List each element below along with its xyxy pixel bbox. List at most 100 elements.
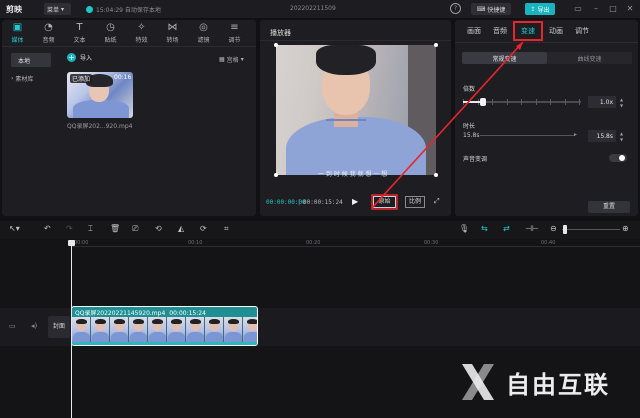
layout-icon[interactable]: ▭ — [572, 3, 584, 15]
undo-icon[interactable]: ↶ — [44, 224, 51, 233]
stepper-down-icon[interactable]: ▼ — [620, 103, 623, 108]
close-icon[interactable]: ✕ — [624, 3, 636, 15]
tab-speed[interactable]: 变速 — [513, 21, 543, 41]
audio-icon: ◔ — [44, 21, 53, 33]
snap-icon[interactable]: ⊣⊢ — [525, 224, 539, 233]
tab-label: 调节 — [228, 36, 241, 44]
track-lock-icon[interactable]: ▭ — [9, 322, 16, 330]
minimize-icon[interactable]: – — [590, 3, 602, 15]
resize-handle[interactable] — [434, 173, 438, 177]
menu-label: 菜单 — [47, 6, 60, 14]
multiplier-slider-handle[interactable] — [480, 98, 487, 106]
video-preview[interactable] — [276, 45, 436, 175]
stepper-up-icon[interactable]: ▲ — [620, 97, 623, 102]
ruler-line — [72, 246, 640, 247]
rotate-icon[interactable]: ⟳ — [200, 224, 207, 233]
tab-picture[interactable]: 画面 — [461, 20, 487, 42]
media-icon: ▣ — [12, 21, 23, 33]
tab-text[interactable]: T 文本 — [64, 20, 95, 46]
watermark-logo-icon — [458, 360, 498, 404]
delete-icon[interactable]: 🗑 — [110, 224, 120, 233]
mirror-icon[interactable]: ◭ — [178, 224, 184, 233]
sticker-icon: ◷ — [106, 21, 115, 33]
video-subtitle: 一 到 时 候 我 就 想 一 想 — [318, 171, 388, 178]
tab-label: 媒体 — [11, 36, 24, 44]
maximize-icon[interactable]: □ — [607, 3, 619, 15]
clip-label: QQ录屏20220221145920.mp4 00:00:15:24 — [75, 308, 206, 317]
redo-icon[interactable]: ↷ — [66, 224, 73, 233]
effects-icon: ✧ — [137, 21, 146, 33]
tab-sticker[interactable]: ◷ 贴纸 — [95, 20, 126, 46]
properties-panel — [455, 20, 638, 216]
timeline-toolbar — [0, 221, 640, 239]
watermark-text: 自由互联 — [506, 370, 610, 399]
split-icon[interactable]: ⌶ — [88, 224, 93, 234]
tab-adjust[interactable]: 调节 — [569, 20, 595, 42]
ratio-button[interactable]: 比例 — [405, 196, 425, 208]
total-time: 00:00:15:24 — [303, 199, 343, 206]
zoom-out-icon[interactable]: ⊖ — [550, 224, 557, 233]
crop-icon[interactable]: ⌗ — [224, 224, 229, 234]
reverse-icon[interactable]: ⟲ — [155, 224, 162, 233]
link-icon[interactable]: ⇆ — [481, 224, 488, 233]
sidebar-item-local[interactable]: 本地 — [11, 53, 51, 67]
tab-adjust[interactable]: ≡ 调节 — [219, 20, 250, 46]
resize-handle[interactable] — [434, 43, 438, 47]
tab-animation[interactable]: 动画 — [543, 20, 569, 42]
app-logo: 剪映 — [6, 4, 22, 15]
view-toggle[interactable]: ▦ 宫格 ▾ — [219, 55, 244, 64]
stepper-up-icon[interactable]: ▲ — [620, 131, 623, 136]
pitch-toggle[interactable] — [609, 154, 627, 162]
tab-media[interactable]: ▣ 媒体 — [2, 20, 33, 46]
tool-tabs: ▣ 媒体 ◔ 音频 T 文本 ◷ 贴纸 ✧ 特效 ⋈ 转场 ◎ 滤镜 ≡ 调节 — [2, 20, 256, 46]
import-label: 导入 — [80, 55, 93, 62]
view-label: 宫格 — [226, 57, 239, 64]
tab-effects[interactable]: ✧ 特效 — [126, 20, 157, 46]
export-button[interactable]: ⇪ 导出 — [525, 3, 555, 15]
zoom-in-icon[interactable]: ⊕ — [622, 224, 629, 233]
resize-handle[interactable] — [274, 43, 278, 47]
tab-transition[interactable]: ⋈ 转场 — [157, 20, 188, 46]
zoom-slider[interactable] — [562, 229, 620, 230]
menu-button[interactable]: 菜单 ▾ — [44, 3, 71, 15]
slider-tick — [564, 99, 566, 105]
duration-value-input[interactable]: 15.8s — [588, 130, 616, 142]
tab-label: 特效 — [135, 36, 148, 44]
play-button[interactable]: ▶ — [352, 197, 358, 206]
tab-audio[interactable]: ◔ 音频 — [33, 20, 64, 46]
export-label: 导出 — [537, 6, 550, 14]
grid-icon: ▦ — [219, 56, 225, 63]
tab-filter[interactable]: ◎ 滤镜 — [188, 20, 219, 46]
stepper-down-icon[interactable]: ▼ — [620, 137, 623, 142]
mode-curve-speed[interactable]: 曲线变速 — [547, 52, 632, 64]
playhead-handle[interactable] — [68, 240, 75, 246]
mode-normal-speed[interactable]: 常规变速 — [462, 52, 547, 64]
cover-button[interactable]: 封面 — [48, 316, 70, 338]
zoom-slider-handle[interactable] — [563, 225, 567, 234]
time-separator: | — [298, 199, 301, 206]
magnet-icon[interactable]: ⇄ — [503, 224, 510, 233]
slider-tick — [521, 99, 522, 105]
sidebar-item-library[interactable]: › 素材库 — [11, 74, 33, 83]
help-icon[interactable]: ? — [450, 3, 461, 14]
freeze-icon[interactable]: ⎚ — [132, 224, 138, 234]
original-button[interactable]: 原始 — [373, 196, 396, 208]
tab-audio[interactable]: 音频 — [487, 20, 513, 42]
divider — [260, 40, 451, 41]
tab-label: 音频 — [42, 36, 55, 44]
clip-name: QQ录屏20220221145920.mp4 — [75, 310, 166, 317]
tab-label: 转场 — [166, 36, 179, 44]
multiplier-value-input[interactable]: 1.0x — [588, 96, 616, 108]
shortcut-button[interactable]: ⌨ 快捷键 — [471, 3, 511, 15]
filter-icon: ◎ — [199, 21, 208, 33]
select-cursor-icon[interactable]: ↖▾ — [9, 224, 20, 233]
microphone-icon[interactable]: 🎙 — [459, 224, 469, 233]
playhead[interactable] — [71, 241, 72, 418]
import-button[interactable]: + 导入 — [67, 53, 92, 62]
track-mute-icon[interactable]: ◂) — [31, 322, 37, 330]
fullscreen-icon[interactable]: ⤢ — [434, 197, 440, 206]
chevron-down-icon: ▾ — [240, 56, 244, 63]
reset-button[interactable]: 重置 — [588, 201, 630, 213]
plus-icon: + — [67, 53, 76, 62]
resize-handle[interactable] — [274, 173, 278, 177]
